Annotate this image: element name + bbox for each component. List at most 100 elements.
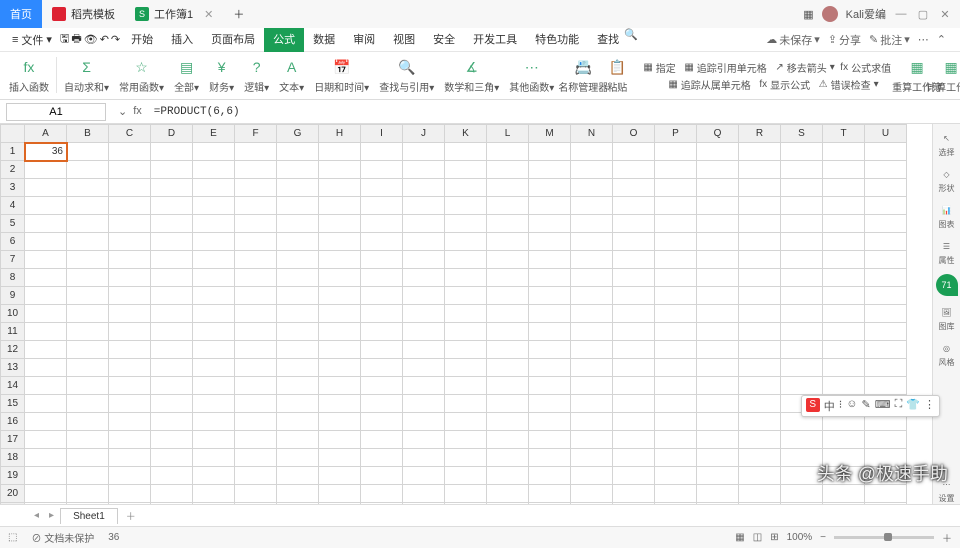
cell-C20[interactable]: [109, 485, 151, 503]
close-button[interactable]: ✕: [938, 8, 952, 21]
cell-B1[interactable]: [67, 143, 109, 161]
cell-I19[interactable]: [361, 467, 403, 485]
ribbon-fn-7[interactable]: 📅日期和时间▾: [311, 57, 372, 94]
cell-L19[interactable]: [487, 467, 529, 485]
col-header-I[interactable]: I: [361, 125, 403, 143]
cell-H6[interactable]: [319, 233, 361, 251]
cell-K18[interactable]: [445, 449, 487, 467]
cell-L18[interactable]: [487, 449, 529, 467]
cell-J10[interactable]: [403, 305, 445, 323]
cell-M21[interactable]: [529, 503, 571, 505]
cell-R6[interactable]: [739, 233, 781, 251]
cell-N2[interactable]: [571, 161, 613, 179]
cell-E1[interactable]: [193, 143, 235, 161]
zoom-level[interactable]: 100%: [787, 532, 813, 543]
cell-B11[interactable]: [67, 323, 109, 341]
ribbon-fn-3[interactable]: ▤全部▾: [171, 57, 202, 94]
cell-J6[interactable]: [403, 233, 445, 251]
close-tab-icon[interactable]: ✕: [204, 8, 213, 21]
cell-N6[interactable]: [571, 233, 613, 251]
cell-O14[interactable]: [613, 377, 655, 395]
row-header-10[interactable]: 10: [1, 305, 25, 323]
formula-input[interactable]: =PRODUCT(6,6): [148, 104, 960, 120]
cell-G5[interactable]: [277, 215, 319, 233]
row-header-2[interactable]: 2: [1, 161, 25, 179]
menu-item-8[interactable]: 开发工具: [464, 28, 526, 52]
cell-R1[interactable]: [739, 143, 781, 161]
cell-E3[interactable]: [193, 179, 235, 197]
cell-G16[interactable]: [277, 413, 319, 431]
col-header-D[interactable]: D: [151, 125, 193, 143]
cell-G8[interactable]: [277, 269, 319, 287]
cell-C1[interactable]: [109, 143, 151, 161]
cell-A3[interactable]: [25, 179, 67, 197]
cell-H21[interactable]: [319, 503, 361, 505]
ribbon-fn-1[interactable]: Σ自动求和▾: [61, 57, 112, 94]
maximize-button[interactable]: ▢: [916, 8, 930, 21]
row-header-20[interactable]: 20: [1, 485, 25, 503]
cell-O19[interactable]: [613, 467, 655, 485]
cell-N5[interactable]: [571, 215, 613, 233]
cell-B19[interactable]: [67, 467, 109, 485]
cell-H10[interactable]: [319, 305, 361, 323]
cell-O12[interactable]: [613, 341, 655, 359]
cell-C7[interactable]: [109, 251, 151, 269]
cell-C13[interactable]: [109, 359, 151, 377]
cell-G3[interactable]: [277, 179, 319, 197]
cell-T3[interactable]: [823, 179, 865, 197]
cell-I20[interactable]: [361, 485, 403, 503]
cell-B5[interactable]: [67, 215, 109, 233]
cell-S17[interactable]: [781, 431, 823, 449]
cell-I9[interactable]: [361, 287, 403, 305]
cell-G21[interactable]: [277, 503, 319, 505]
cell-P1[interactable]: [655, 143, 697, 161]
ribbon-fn-6[interactable]: A文本▾: [276, 57, 307, 94]
cell-F14[interactable]: [235, 377, 277, 395]
more-icon[interactable]: ⋯: [918, 33, 929, 46]
cell-P16[interactable]: [655, 413, 697, 431]
cell-M5[interactable]: [529, 215, 571, 233]
cell-O9[interactable]: [613, 287, 655, 305]
col-header-B[interactable]: B: [67, 125, 109, 143]
cell-E15[interactable]: [193, 395, 235, 413]
cell-F5[interactable]: [235, 215, 277, 233]
cell-T21[interactable]: [823, 503, 865, 505]
cell-N1[interactable]: [571, 143, 613, 161]
cell-C14[interactable]: [109, 377, 151, 395]
cell-E12[interactable]: [193, 341, 235, 359]
cell-S7[interactable]: [781, 251, 823, 269]
cell-D15[interactable]: [151, 395, 193, 413]
cell-F6[interactable]: [235, 233, 277, 251]
cell-C3[interactable]: [109, 179, 151, 197]
cell-D9[interactable]: [151, 287, 193, 305]
cell-O13[interactable]: [613, 359, 655, 377]
menu-item-6[interactable]: 视图: [384, 28, 424, 52]
cell-J17[interactable]: [403, 431, 445, 449]
cell-O2[interactable]: [613, 161, 655, 179]
ribbon-fn-9[interactable]: ∡数学和三角▾: [441, 57, 502, 94]
collapse-ribbon-icon[interactable]: ⌃: [937, 33, 946, 46]
cell-Q12[interactable]: [697, 341, 739, 359]
cell-D18[interactable]: [151, 449, 193, 467]
cell-A2[interactable]: [25, 161, 67, 179]
row-header-17[interactable]: 17: [1, 431, 25, 449]
cell-M4[interactable]: [529, 197, 571, 215]
cell-F11[interactable]: [235, 323, 277, 341]
row-header-9[interactable]: 9: [1, 287, 25, 305]
cell-A20[interactable]: [25, 485, 67, 503]
side-select[interactable]: ↖选择: [939, 130, 955, 158]
cell-D8[interactable]: [151, 269, 193, 287]
cell-H17[interactable]: [319, 431, 361, 449]
col-header-G[interactable]: G: [277, 125, 319, 143]
cell-M1[interactable]: [529, 143, 571, 161]
cell-O3[interactable]: [613, 179, 655, 197]
cell-B20[interactable]: [67, 485, 109, 503]
cell-Q8[interactable]: [697, 269, 739, 287]
cell-K12[interactable]: [445, 341, 487, 359]
cell-U13[interactable]: [865, 359, 907, 377]
cell-T20[interactable]: [823, 485, 865, 503]
cell-S14[interactable]: [781, 377, 823, 395]
cell-P13[interactable]: [655, 359, 697, 377]
cell-M12[interactable]: [529, 341, 571, 359]
cell-M16[interactable]: [529, 413, 571, 431]
